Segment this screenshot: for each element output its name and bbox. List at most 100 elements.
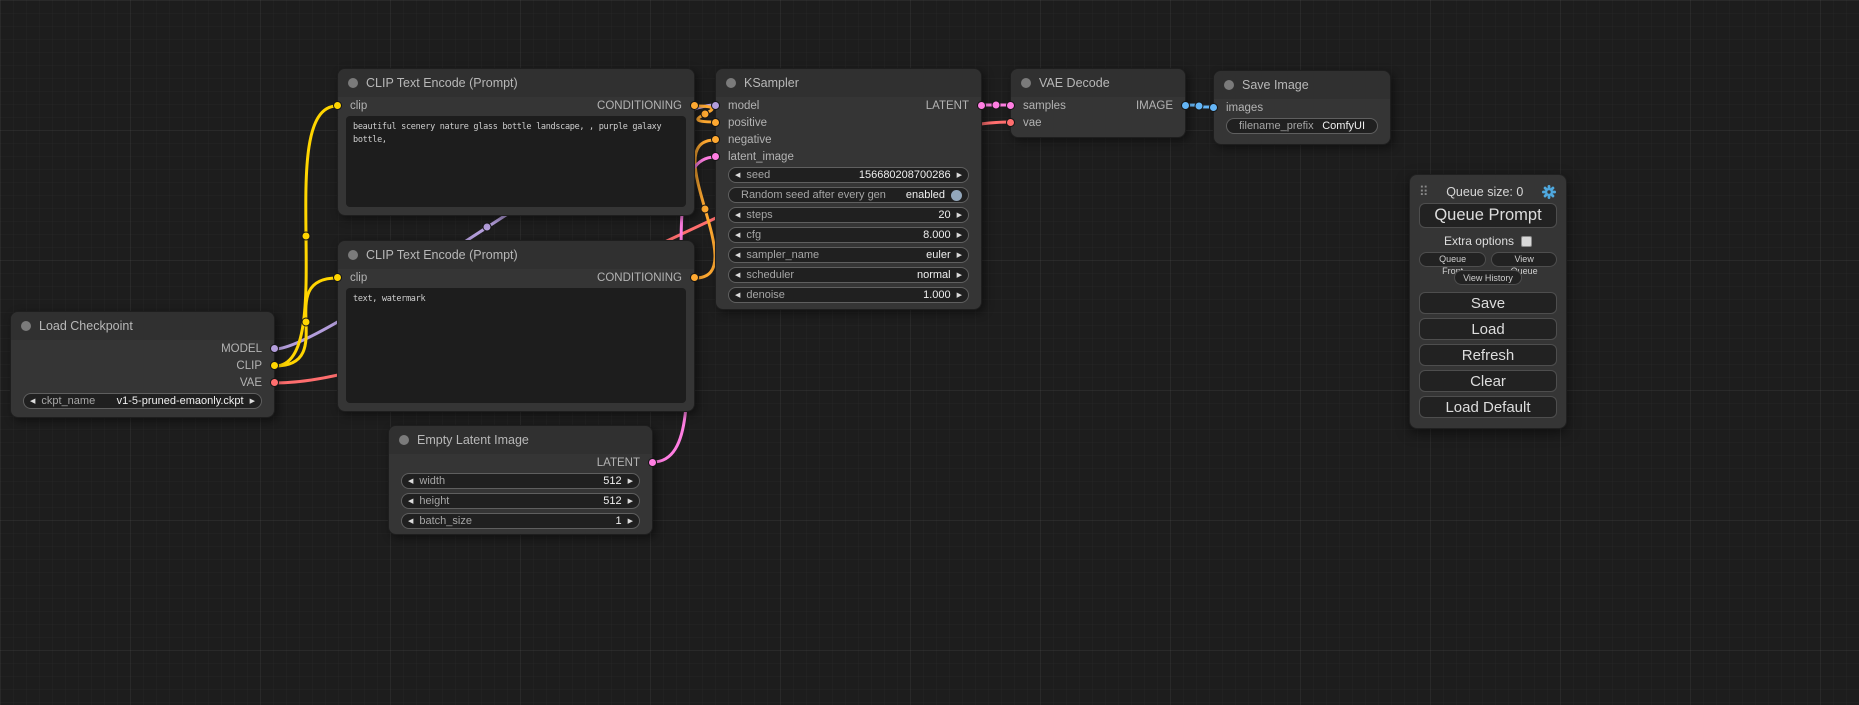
prev-value-arrow-icon[interactable]: ◀: [30, 398, 35, 405]
decrement-arrow-icon[interactable]: ◀: [408, 498, 413, 505]
output-slot-label: MODEL: [221, 343, 262, 355]
node-title-bar[interactable]: Load Checkpoint: [11, 312, 274, 340]
batch-size-widget[interactable]: ◀ batch_size 1 ▶: [401, 513, 640, 529]
clip-input-slot[interactable]: [333, 101, 342, 110]
negative-input-slot[interactable]: [711, 135, 720, 144]
view-queue-button[interactable]: View Queue: [1491, 252, 1557, 267]
steps-widget[interactable]: ◀ steps 20 ▶: [728, 207, 969, 223]
node-save-image[interactable]: Save Image images filename_prefix ComfyU…: [1213, 70, 1391, 145]
widget-label: width: [419, 475, 445, 487]
input-slot-label: vae: [1023, 117, 1042, 129]
view-history-button[interactable]: View History: [1454, 270, 1522, 285]
images-input-slot[interactable]: [1209, 103, 1218, 112]
input-slot-label: positive: [728, 117, 767, 129]
node-title-bar[interactable]: VAE Decode: [1011, 69, 1185, 97]
prev-value-arrow-icon[interactable]: ◀: [735, 252, 740, 259]
conditioning-output-slot[interactable]: [690, 101, 699, 110]
latent-image-input-slot[interactable]: [711, 152, 720, 161]
negative-prompt-textarea[interactable]: text, watermark: [346, 288, 686, 403]
seed-widget[interactable]: ◀ seed 156680208700286 ▶: [728, 167, 969, 183]
increment-arrow-icon[interactable]: ▶: [957, 232, 962, 239]
node-title-bar[interactable]: KSampler: [716, 69, 981, 97]
increment-arrow-icon[interactable]: ▶: [957, 172, 962, 179]
node-collapse-dot[interactable]: [21, 321, 31, 331]
slot-row: images: [1214, 99, 1390, 116]
next-value-arrow-icon[interactable]: ▶: [250, 398, 255, 405]
link-midpoint-dot: [302, 232, 310, 240]
random-seed-toggle-widget[interactable]: Random seed after every gen enabled: [728, 187, 969, 203]
widget-label: cfg: [746, 229, 761, 241]
output-slot-label: IMAGE: [1136, 100, 1173, 112]
output-slot-label: LATENT: [597, 457, 640, 469]
next-value-arrow-icon[interactable]: ▶: [957, 272, 962, 279]
cfg-widget[interactable]: ◀ cfg 8.000 ▶: [728, 227, 969, 243]
model-input-slot[interactable]: [711, 101, 720, 110]
refresh-button[interactable]: Refresh: [1419, 344, 1557, 366]
latent-output-slot[interactable]: [977, 101, 986, 110]
load-default-button[interactable]: Load Default: [1419, 396, 1557, 418]
increment-arrow-icon[interactable]: ▶: [628, 518, 633, 525]
image-output-slot[interactable]: [1181, 101, 1190, 110]
decrement-arrow-icon[interactable]: ◀: [735, 172, 740, 179]
denoise-widget[interactable]: ◀ denoise 1.000 ▶: [728, 287, 969, 303]
node-graph-canvas[interactable]: Load Checkpoint MODEL CLIP VAE ◀ ckpt_na…: [0, 0, 1859, 705]
load-button[interactable]: Load: [1419, 318, 1557, 340]
node-title-bar[interactable]: Empty Latent Image: [389, 426, 652, 454]
node-collapse-dot[interactable]: [399, 435, 409, 445]
node-empty-latent-image[interactable]: Empty Latent Image LATENT ◀ width 512 ▶ …: [388, 425, 653, 535]
sampler-name-widget[interactable]: ◀ sampler_name euler ▶: [728, 247, 969, 263]
queue-prompt-button[interactable]: Queue Prompt: [1419, 203, 1557, 228]
node-title-bar[interactable]: Save Image: [1214, 71, 1390, 99]
prev-value-arrow-icon[interactable]: ◀: [735, 272, 740, 279]
decrement-arrow-icon[interactable]: ◀: [735, 232, 740, 239]
increment-arrow-icon[interactable]: ▶: [957, 292, 962, 299]
positive-input-slot[interactable]: [711, 118, 720, 127]
save-button[interactable]: Save: [1419, 292, 1557, 314]
filename-prefix-widget[interactable]: filename_prefix ComfyUI: [1226, 118, 1378, 134]
clip-input-slot[interactable]: [333, 273, 342, 282]
node-load-checkpoint[interactable]: Load Checkpoint MODEL CLIP VAE ◀ ckpt_na…: [10, 311, 275, 418]
next-value-arrow-icon[interactable]: ▶: [957, 252, 962, 259]
width-widget[interactable]: ◀ width 512 ▶: [401, 473, 640, 489]
settings-gear-icon[interactable]: [1541, 184, 1557, 200]
node-clip-text-encode-negative[interactable]: CLIP Text Encode (Prompt) clip CONDITION…: [337, 240, 695, 412]
decrement-arrow-icon[interactable]: ◀: [408, 478, 413, 485]
toggle-dot[interactable]: [951, 190, 962, 201]
increment-arrow-icon[interactable]: ▶: [628, 498, 633, 505]
model-output-slot[interactable]: [270, 344, 279, 353]
clip-output-slot[interactable]: [270, 361, 279, 370]
increment-arrow-icon[interactable]: ▶: [628, 478, 633, 485]
conditioning-output-slot[interactable]: [690, 273, 699, 282]
node-collapse-dot[interactable]: [348, 78, 358, 88]
link-midpoint-dot: [992, 101, 1000, 109]
node-title-bar[interactable]: CLIP Text Encode (Prompt): [338, 241, 694, 269]
widget-value: 20: [938, 209, 950, 221]
extra-options-checkbox[interactable]: [1521, 236, 1532, 247]
input-slot-label: clip: [350, 100, 367, 112]
increment-arrow-icon[interactable]: ▶: [957, 212, 962, 219]
decrement-arrow-icon[interactable]: ◀: [408, 518, 413, 525]
node-ksampler[interactable]: KSampler model LATENT positive negative …: [715, 68, 982, 310]
decrement-arrow-icon[interactable]: ◀: [735, 212, 740, 219]
node-vae-decode[interactable]: VAE Decode samples IMAGE vae: [1010, 68, 1186, 138]
vae-input-slot[interactable]: [1006, 118, 1015, 127]
node-title-bar[interactable]: CLIP Text Encode (Prompt): [338, 69, 694, 97]
node-collapse-dot[interactable]: [726, 78, 736, 88]
slot-row: samples IMAGE: [1011, 97, 1185, 114]
scheduler-widget[interactable]: ◀ scheduler normal ▶: [728, 267, 969, 283]
node-collapse-dot[interactable]: [1021, 78, 1031, 88]
clear-button[interactable]: Clear: [1419, 370, 1557, 392]
vae-output-slot[interactable]: [270, 378, 279, 387]
node-clip-text-encode-positive[interactable]: CLIP Text Encode (Prompt) clip CONDITION…: [337, 68, 695, 216]
decrement-arrow-icon[interactable]: ◀: [735, 292, 740, 299]
node-collapse-dot[interactable]: [1224, 80, 1234, 90]
samples-input-slot[interactable]: [1006, 101, 1015, 110]
positive-prompt-textarea[interactable]: beautiful scenery nature glass bottle la…: [346, 116, 686, 207]
queue-front-button[interactable]: Queue Front: [1419, 252, 1486, 267]
height-widget[interactable]: ◀ height 512 ▶: [401, 493, 640, 509]
node-collapse-dot[interactable]: [348, 250, 358, 260]
latent-output-slot[interactable]: [648, 458, 657, 467]
drag-handle-icon[interactable]: ⠿: [1419, 185, 1429, 198]
widget-label: sampler_name: [746, 249, 819, 261]
ckpt-name-widget[interactable]: ◀ ckpt_name v1-5-pruned-emaonly.ckpt ▶: [23, 393, 262, 409]
